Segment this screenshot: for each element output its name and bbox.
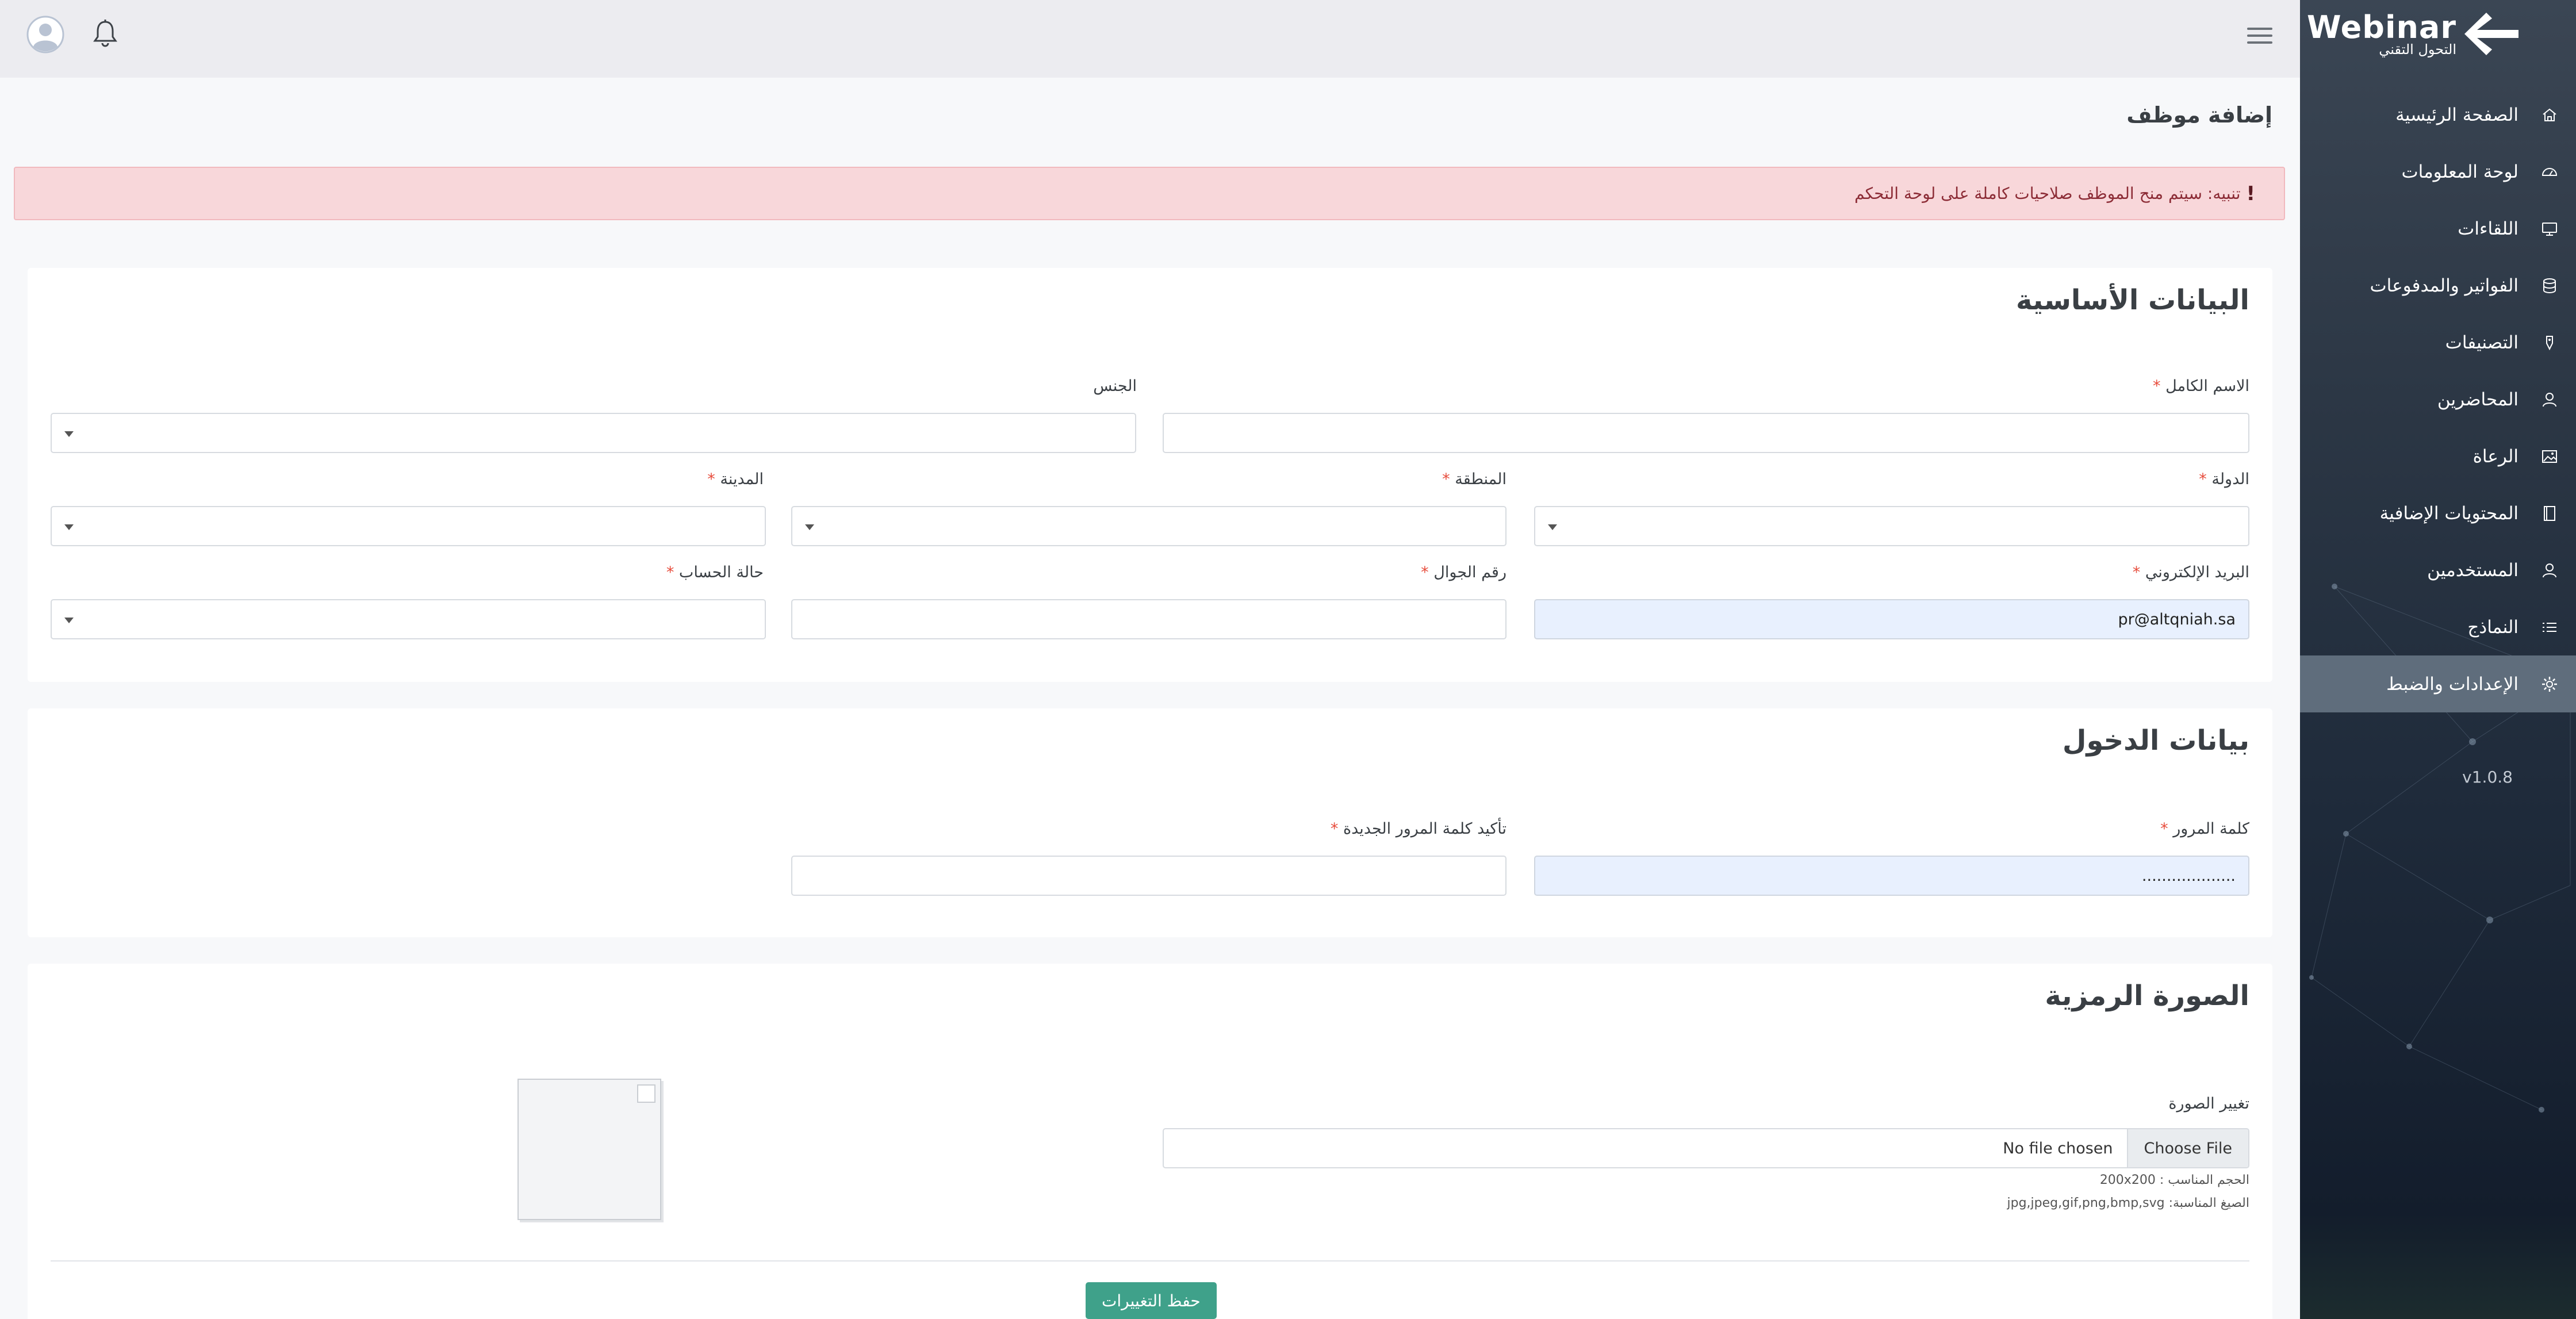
region-select[interactable]: [791, 506, 1506, 546]
choose-file-button[interactable]: Choose File: [2126, 1129, 2248, 1167]
sidebar-item-forms[interactable]: النماذج: [2300, 599, 2576, 655]
sidebar-item-label: المستخدمين: [2427, 559, 2518, 581]
sidebar-item-sponsors[interactable]: الرعاة: [2300, 428, 2576, 485]
brand-logo[interactable]: Webinar التحول التقني: [2307, 10, 2521, 57]
top-bar: [0, 0, 2300, 78]
sidebar-item-label: النماذج: [2467, 616, 2518, 638]
sidebar-item-label: لوحة المعلومات: [2401, 161, 2518, 182]
login-info-card: بيانات الدخول كلمة المرور * تأكيد كلمة ا…: [28, 708, 2272, 937]
warning-alert: ! تنبيه: سيتم منح الموظف صلاحيات كاملة ع…: [14, 167, 2285, 220]
file-upload-input[interactable]: Choose File No file chosen: [1163, 1128, 2249, 1168]
user-icon: [2540, 390, 2559, 409]
confirm-password-input[interactable]: [791, 856, 1506, 896]
city-label: المدينة *: [707, 470, 764, 488]
sidebar: Webinar التحول التقني الصفحة الرئيسية لو…: [2300, 0, 2576, 1319]
page-title: إضافة موظف: [2126, 102, 2272, 128]
brand-tagline: التحول التقني: [2379, 41, 2456, 57]
avatar-title: الصورة الرمزية: [2045, 980, 2249, 1012]
sidebar-item-label: الرعاة: [2472, 446, 2518, 467]
book-icon: [2540, 504, 2559, 523]
alert-text: تنبيه: سيتم منح الموظف صلاحيات كاملة على…: [1854, 184, 2241, 203]
account-status-label: حالة الحساب *: [666, 563, 764, 581]
password-input[interactable]: [1534, 856, 2249, 896]
gender-label: الجنس: [1093, 377, 1137, 395]
sidebar-nav: الصفحة الرئيسية لوحة المعلومات اللقاءات …: [2300, 86, 2576, 712]
sidebar-item-home[interactable]: الصفحة الرئيسية: [2300, 86, 2576, 143]
sidebar-item-categories[interactable]: التصنيفات: [2300, 314, 2576, 371]
country-select[interactable]: [1534, 506, 2249, 546]
avatar-preview: [518, 1079, 661, 1220]
caret-down-icon: [1548, 524, 1557, 530]
sidebar-item-settings[interactable]: الإعدادات والضبط: [2300, 655, 2576, 712]
caret-down-icon: [64, 524, 74, 530]
users-icon: [2540, 561, 2559, 580]
monitor-icon: [2540, 220, 2559, 238]
file-name-text: No file chosen: [2003, 1139, 2113, 1157]
brand-name: Webinar: [2307, 9, 2456, 45]
home-icon: [2540, 106, 2559, 124]
database-icon: [2540, 277, 2559, 295]
sidebar-item-invoices[interactable]: الفواتير والمدفوعات: [2300, 257, 2576, 314]
account-status-select[interactable]: [51, 599, 766, 639]
save-changes-button[interactable]: حفظ التغييرات: [1086, 1282, 1217, 1319]
sidebar-item-extra-content[interactable]: المحتويات الإضافية: [2300, 485, 2576, 542]
basic-info-title: البيانات الأساسية: [2015, 284, 2249, 316]
full-name-label: الاسم الكامل *: [2153, 377, 2249, 395]
exclamation-icon: !: [2246, 182, 2255, 205]
sidebar-item-users[interactable]: المستخدمين: [2300, 542, 2576, 599]
list-icon: [2540, 618, 2559, 637]
login-info-title: بيانات الدخول: [2062, 724, 2249, 757]
email-input[interactable]: [1534, 599, 2249, 639]
email-label: البريد الإلكتروني *: [2132, 563, 2249, 581]
format-hint: الصيغ المناسبة: jpg,jpeg,gif,png,bmp,svg: [2007, 1196, 2249, 1210]
sidebar-item-label: الفواتير والمدفوعات: [2370, 275, 2519, 296]
sidebar-item-meetings[interactable]: اللقاءات: [2300, 200, 2576, 257]
sidebar-item-label: الصفحة الرئيسية: [2395, 104, 2518, 125]
gear-icon: [2540, 675, 2559, 693]
image-placeholder-icon: [637, 1084, 656, 1103]
app-version: v1.0.8: [2462, 768, 2513, 787]
caret-down-icon: [64, 618, 74, 623]
region-label: المنطقة *: [1442, 470, 1506, 488]
arrow-logo-icon: [2464, 13, 2518, 55]
mobile-label: رقم الجوال *: [1421, 563, 1506, 581]
change-image-label: تغيير الصورة: [2168, 1095, 2249, 1113]
sidebar-item-dashboard[interactable]: لوحة المعلومات: [2300, 143, 2576, 200]
full-name-input[interactable]: [1163, 413, 2249, 453]
avatar-card: الصورة الرمزية تغيير الصورة Choose File …: [28, 964, 2272, 1319]
menu-toggle-icon[interactable]: [2247, 23, 2272, 48]
bell-icon[interactable]: [92, 18, 118, 48]
city-select[interactable]: [51, 506, 766, 546]
caret-down-icon: [805, 524, 814, 530]
caret-down-icon: [64, 431, 74, 437]
sidebar-item-label: المحتويات الإضافية: [2379, 503, 2518, 524]
country-label: الدولة *: [2199, 470, 2249, 488]
mobile-input[interactable]: [791, 599, 1506, 639]
avatar[interactable]: [26, 16, 64, 53]
password-label: كلمة المرور *: [2160, 820, 2249, 838]
sidebar-item-label: التصنيفات: [2445, 332, 2518, 353]
sidebar-item-label: اللقاءات: [2458, 218, 2518, 239]
dashboard-icon: [2540, 163, 2559, 181]
sidebar-item-lecturers[interactable]: المحاضرين: [2300, 371, 2576, 428]
basic-info-card: البيانات الأساسية الاسم الكامل * الجنس ا…: [28, 268, 2272, 682]
gender-select[interactable]: [51, 413, 1136, 453]
size-hint: الحجم المناسب : 200x200: [2099, 1173, 2249, 1187]
image-icon: [2540, 447, 2559, 466]
sidebar-item-label: المحاضرين: [2437, 389, 2518, 410]
tag-icon: [2540, 333, 2559, 352]
confirm-password-label: تأكيد كلمة المرور الجديدة *: [1330, 820, 1506, 838]
divider: [51, 1260, 2249, 1262]
sidebar-item-label: الإعدادات والضبط: [2386, 673, 2518, 695]
